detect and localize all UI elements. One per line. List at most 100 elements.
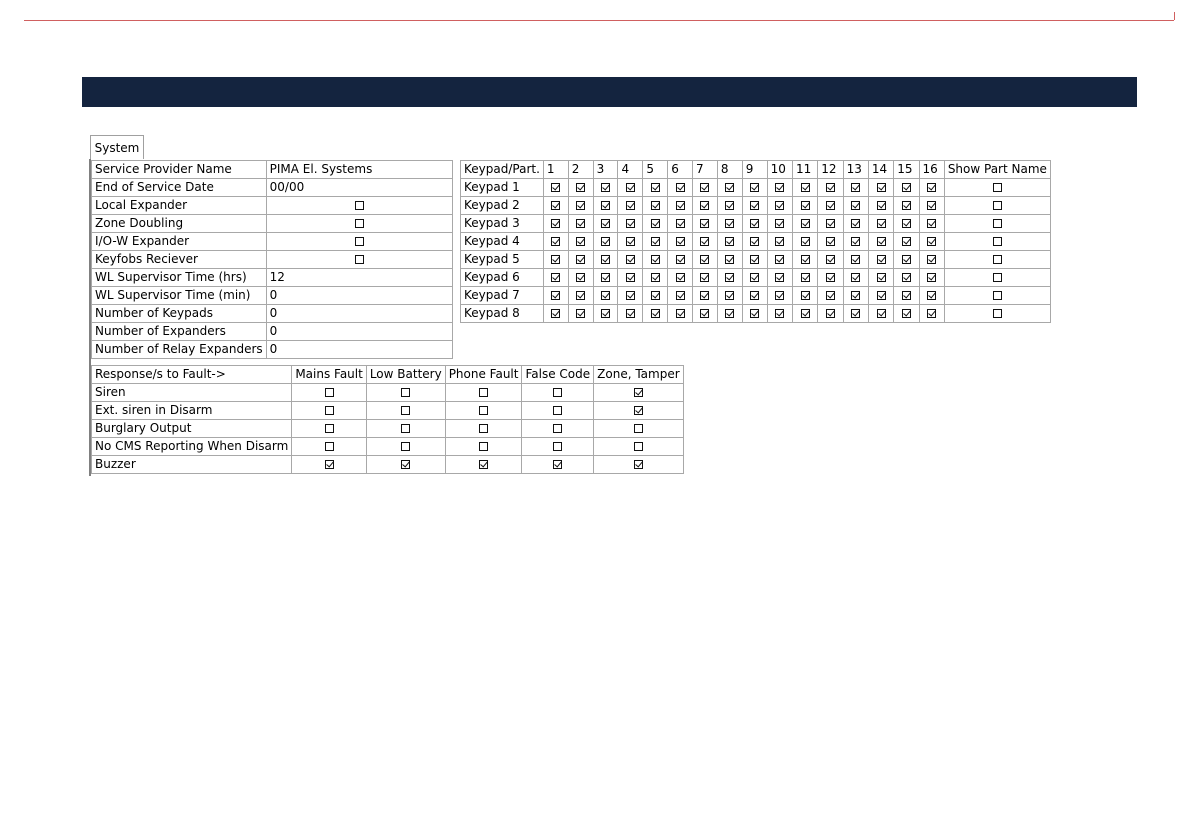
partition-checkbox[interactable] <box>800 255 810 264</box>
partition-checkbox[interactable] <box>551 201 561 210</box>
partition-checkbox[interactable] <box>725 201 735 210</box>
partition-checkbox[interactable] <box>901 291 911 300</box>
partition-checkbox[interactable] <box>750 183 760 192</box>
settings-checkbox[interactable] <box>354 201 364 210</box>
show-part-name-checkbox[interactable] <box>992 309 1002 318</box>
partition-checkbox[interactable] <box>825 201 835 210</box>
settings-value-field[interactable]: 12 <box>265 268 454 287</box>
partition-checkbox[interactable] <box>700 291 710 300</box>
fault-checkbox[interactable] <box>324 424 334 433</box>
fault-checkbox[interactable] <box>633 406 643 415</box>
show-part-name-checkbox[interactable] <box>992 237 1002 246</box>
partition-checkbox[interactable] <box>551 183 561 192</box>
partition-checkbox[interactable] <box>876 237 886 246</box>
partition-checkbox[interactable] <box>675 291 685 300</box>
partition-checkbox[interactable] <box>625 237 635 246</box>
partition-checkbox[interactable] <box>725 237 735 246</box>
partition-checkbox[interactable] <box>750 237 760 246</box>
partition-checkbox[interactable] <box>675 255 685 264</box>
partition-checkbox[interactable] <box>700 309 710 318</box>
partition-checkbox[interactable] <box>775 237 785 246</box>
partition-checkbox[interactable] <box>725 219 735 228</box>
partition-checkbox[interactable] <box>825 255 835 264</box>
partition-checkbox[interactable] <box>625 219 635 228</box>
partition-checkbox[interactable] <box>601 291 611 300</box>
settings-checkbox[interactable] <box>354 255 364 264</box>
partition-checkbox[interactable] <box>775 201 785 210</box>
partition-checkbox[interactable] <box>876 273 886 282</box>
partition-checkbox[interactable] <box>851 309 861 318</box>
partition-checkbox[interactable] <box>876 183 886 192</box>
partition-checkbox[interactable] <box>851 219 861 228</box>
partition-checkbox[interactable] <box>901 273 911 282</box>
partition-checkbox[interactable] <box>800 201 810 210</box>
partition-checkbox[interactable] <box>851 273 861 282</box>
partition-checkbox[interactable] <box>551 291 561 300</box>
partition-checkbox[interactable] <box>601 237 611 246</box>
partition-checkbox[interactable] <box>750 291 760 300</box>
partition-checkbox[interactable] <box>851 255 861 264</box>
fault-checkbox[interactable] <box>324 442 334 451</box>
partition-checkbox[interactable] <box>825 291 835 300</box>
fault-checkbox[interactable] <box>553 424 563 433</box>
partition-checkbox[interactable] <box>775 291 785 300</box>
partition-checkbox[interactable] <box>576 273 586 282</box>
fault-checkbox[interactable] <box>479 424 489 433</box>
partition-checkbox[interactable] <box>800 219 810 228</box>
tab-system[interactable]: System <box>90 135 144 159</box>
partition-checkbox[interactable] <box>650 291 660 300</box>
partition-checkbox[interactable] <box>700 237 710 246</box>
partition-checkbox[interactable] <box>901 183 911 192</box>
partition-checkbox[interactable] <box>601 183 611 192</box>
partition-checkbox[interactable] <box>775 255 785 264</box>
partition-checkbox[interactable] <box>625 291 635 300</box>
fault-checkbox[interactable] <box>553 460 563 469</box>
partition-checkbox[interactable] <box>775 273 785 282</box>
partition-checkbox[interactable] <box>851 183 861 192</box>
partition-checkbox[interactable] <box>927 273 937 282</box>
partition-checkbox[interactable] <box>551 273 561 282</box>
show-part-name-checkbox[interactable] <box>992 255 1002 264</box>
partition-checkbox[interactable] <box>876 291 886 300</box>
show-part-name-checkbox[interactable] <box>992 273 1002 282</box>
fault-checkbox[interactable] <box>633 388 643 397</box>
partition-checkbox[interactable] <box>800 237 810 246</box>
partition-checkbox[interactable] <box>601 309 611 318</box>
show-part-name-checkbox[interactable] <box>992 183 1002 192</box>
partition-checkbox[interactable] <box>901 201 911 210</box>
partition-checkbox[interactable] <box>750 201 760 210</box>
partition-checkbox[interactable] <box>551 309 561 318</box>
partition-checkbox[interactable] <box>800 291 810 300</box>
partition-checkbox[interactable] <box>601 219 611 228</box>
partition-checkbox[interactable] <box>851 291 861 300</box>
partition-checkbox[interactable] <box>725 291 735 300</box>
fault-checkbox[interactable] <box>479 460 489 469</box>
partition-checkbox[interactable] <box>625 201 635 210</box>
partition-checkbox[interactable] <box>576 255 586 264</box>
partition-checkbox[interactable] <box>700 255 710 264</box>
partition-checkbox[interactable] <box>576 219 586 228</box>
fault-checkbox[interactable] <box>553 406 563 415</box>
settings-value-field[interactable]: 0 <box>265 340 454 359</box>
partition-checkbox[interactable] <box>551 219 561 228</box>
partition-checkbox[interactable] <box>675 237 685 246</box>
fault-checkbox[interactable] <box>401 406 411 415</box>
partition-checkbox[interactable] <box>576 237 586 246</box>
partition-checkbox[interactable] <box>775 219 785 228</box>
partition-checkbox[interactable] <box>800 183 810 192</box>
partition-checkbox[interactable] <box>551 237 561 246</box>
partition-checkbox[interactable] <box>876 201 886 210</box>
partition-checkbox[interactable] <box>650 219 660 228</box>
settings-checkbox[interactable] <box>354 219 364 228</box>
fault-checkbox[interactable] <box>324 406 334 415</box>
partition-checkbox[interactable] <box>927 291 937 300</box>
settings-value-field[interactable]: PIMA El. Systems <box>265 160 454 179</box>
partition-checkbox[interactable] <box>601 255 611 264</box>
fault-checkbox[interactable] <box>479 442 489 451</box>
partition-checkbox[interactable] <box>800 273 810 282</box>
partition-checkbox[interactable] <box>725 309 735 318</box>
partition-checkbox[interactable] <box>825 237 835 246</box>
partition-checkbox[interactable] <box>601 201 611 210</box>
partition-checkbox[interactable] <box>675 219 685 228</box>
partition-checkbox[interactable] <box>927 201 937 210</box>
